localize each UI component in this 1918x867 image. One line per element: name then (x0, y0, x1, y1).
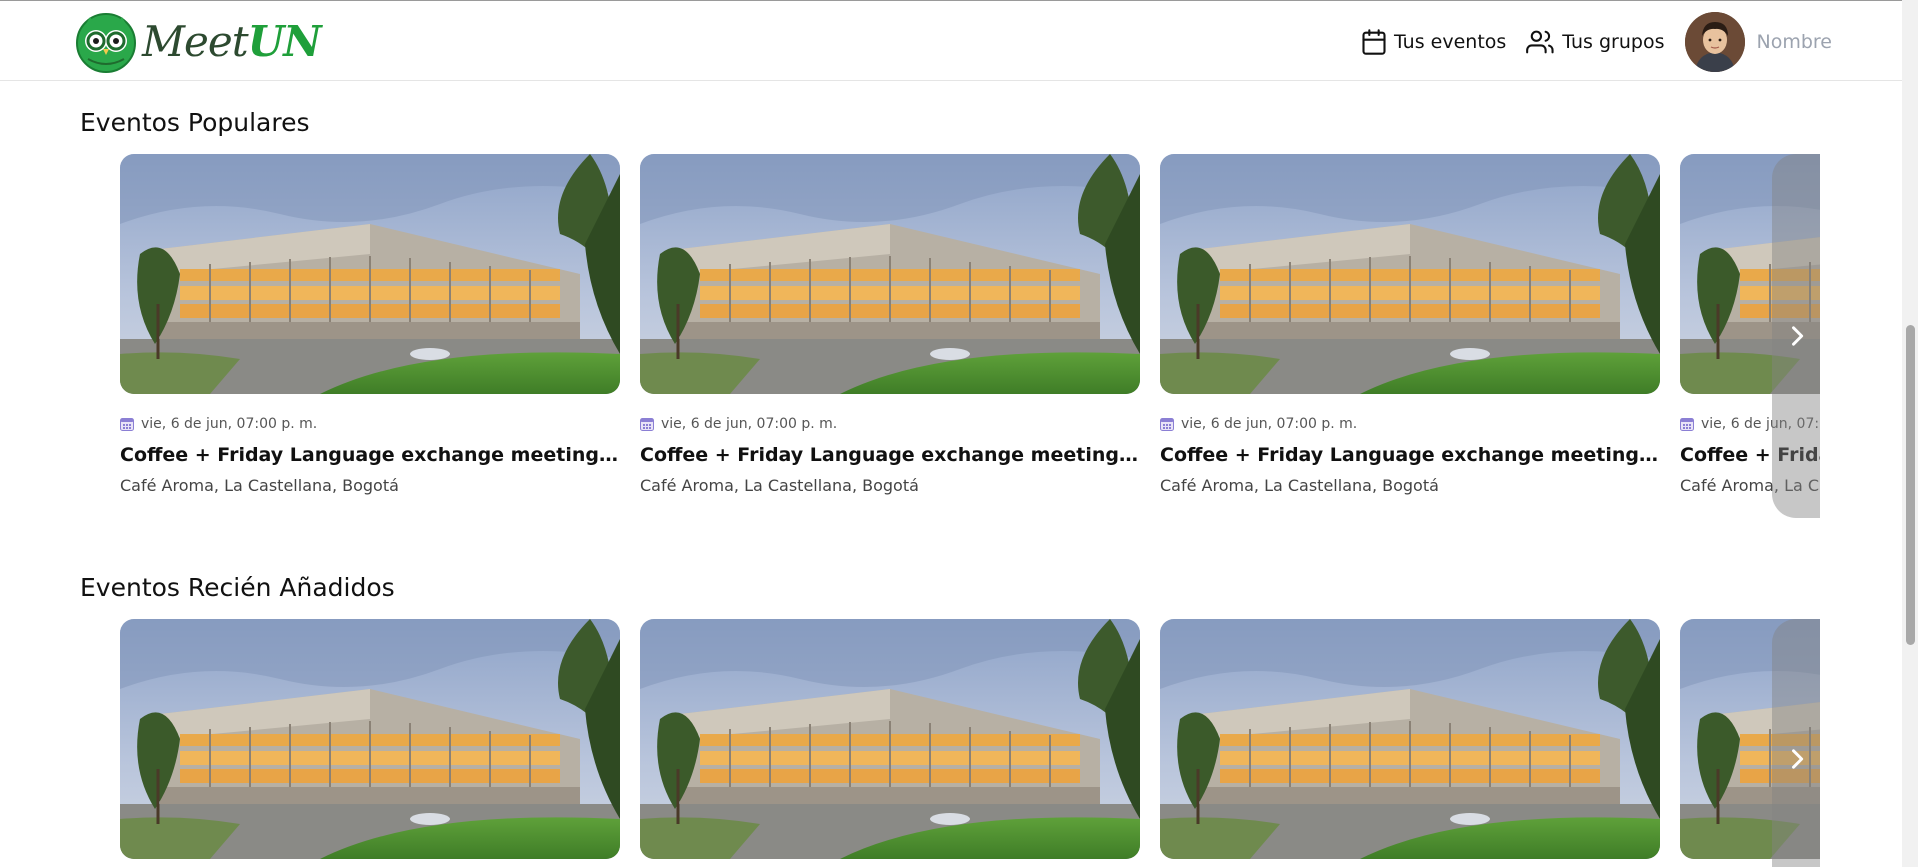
event-image (120, 619, 620, 859)
carousel-next-button[interactable] (1772, 619, 1820, 867)
event-card[interactable] (640, 619, 1140, 859)
event-title[interactable]: Coffee + Friday Language exchange meetin… (120, 444, 620, 466)
carousel-next-button[interactable] (1772, 154, 1820, 518)
event-title[interactable]: Coffee + Friday Language exchange meetin… (1160, 444, 1660, 466)
event-card[interactable]: vie, 6 de jun, 07:00 p. m. Coffee + Frid… (120, 154, 620, 495)
event-date: vie, 6 de jun, 07:00 p. m. (1160, 416, 1357, 432)
app-logo[interactable]: MeetUN (74, 11, 322, 73)
user-name[interactable]: Nombre (1757, 31, 1833, 53)
calendar-small-icon (120, 417, 134, 431)
logo-wordmark: MeetUN (142, 11, 322, 73)
section-title-recent: Eventos Recién Añadidos (80, 573, 395, 602)
logo-text-meet: Meet (142, 17, 249, 66)
users-icon (1526, 30, 1554, 54)
event-image (640, 154, 1140, 394)
event-image (640, 619, 1140, 859)
event-date-text: vie, 6 de jun, 07:00 p. m. (141, 416, 318, 432)
event-card[interactable] (120, 619, 620, 859)
event-location: Café Aroma, La Castellana, Bogotá (120, 476, 399, 495)
carousel-popular-events: vie, 6 de jun, 07:00 p. m. Coffee + Frid… (120, 154, 1820, 524)
event-location: Café Aroma, La Castellana, Bogotá (1160, 476, 1439, 495)
event-title[interactable]: Coffee + Friday Language exchange meetin… (640, 444, 1140, 466)
carousel-recent-events (120, 619, 1820, 867)
event-date: vie, 6 de jun, 07:00 p. m. (640, 416, 837, 432)
event-location: Café Aroma, La Castellana, Bogotá (640, 476, 919, 495)
scrollbar-thumb[interactable] (1906, 325, 1915, 645)
calendar-small-icon (1680, 417, 1694, 431)
logo-text-un: UN (247, 17, 322, 66)
calendar-small-icon (640, 417, 654, 431)
user-nav: Tus eventos Tus grupos Nombre (1360, 11, 1832, 73)
event-image (1160, 619, 1660, 859)
event-card[interactable]: vie, 6 de jun, 07:00 p. m. Coffee + Frid… (640, 154, 1140, 495)
chevron-right-icon (1783, 745, 1811, 773)
section-title-popular: Eventos Populares (80, 108, 310, 137)
page-scrollbar[interactable] (1902, 0, 1918, 867)
nav-your-events-label: Tus eventos (1393, 31, 1507, 53)
event-date: vie, 6 de jun, 07:00 p. m. (120, 416, 317, 432)
calendar-small-icon (1160, 417, 1174, 431)
event-image (120, 154, 620, 394)
user-avatar-image (1684, 12, 1745, 72)
nav-your-groups[interactable]: Tus grupos (1526, 28, 1665, 56)
user-avatar[interactable] (1684, 12, 1745, 72)
chevron-right-icon (1783, 322, 1811, 350)
nav-your-events[interactable]: Tus eventos (1360, 28, 1506, 56)
top-navbar: MeetUN Tus eventos Tus grupos Nombre (0, 0, 1918, 81)
event-date-text: vie, 6 de jun, 07:00 p. m. (1181, 416, 1358, 432)
event-card[interactable] (1160, 619, 1660, 859)
event-image (1160, 154, 1660, 394)
nav-your-groups-label: Tus grupos (1562, 31, 1665, 53)
owl-logo-icon (76, 13, 136, 73)
event-date-text: vie, 6 de jun, 07:00 p. m. (661, 416, 838, 432)
calendar-icon (1362, 29, 1386, 55)
event-card[interactable]: vie, 6 de jun, 07:00 p. m. Coffee + Frid… (1160, 154, 1660, 495)
